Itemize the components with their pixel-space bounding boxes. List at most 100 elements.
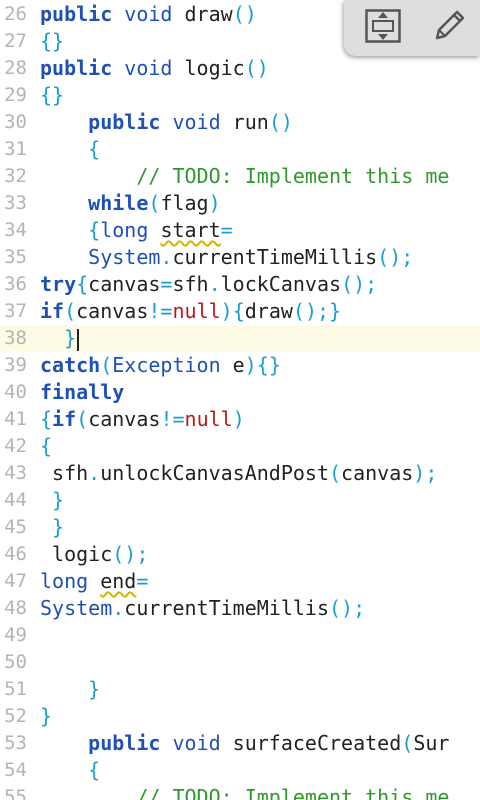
line-number: 50 xyxy=(4,651,27,673)
code-token: ) xyxy=(220,299,233,323)
code-token: { xyxy=(232,299,245,323)
code-token: unlockCanvasAndPost xyxy=(100,461,329,485)
code-token: canvas xyxy=(88,272,161,296)
code-token: . xyxy=(88,461,101,485)
code-token: ( xyxy=(329,461,342,485)
code-line[interactable]: 30 public void run() xyxy=(0,109,480,136)
code-text: {} xyxy=(40,82,64,109)
line-number: 51 xyxy=(4,678,27,700)
code-token: = xyxy=(160,272,173,296)
code-line[interactable]: 29 {} xyxy=(0,82,480,109)
code-token: . xyxy=(208,272,221,296)
code-text: {if(canvas!=null) xyxy=(40,406,245,433)
line-number: 27 xyxy=(4,30,27,52)
code-text: } xyxy=(40,325,80,352)
code-token: ) xyxy=(232,407,245,431)
code-token: () xyxy=(268,110,293,134)
code-text: } xyxy=(40,703,52,730)
code-token: Exception xyxy=(112,353,221,377)
code-token: lockCanvas xyxy=(220,272,342,296)
line-number: 48 xyxy=(4,597,27,619)
line-number: 41 xyxy=(4,408,27,430)
code-line[interactable]: 32 // TODO: Implement this me xyxy=(0,163,480,190)
code-line[interactable]: 41 {if(canvas!=null) xyxy=(0,406,480,433)
code-line[interactable]: 49 xyxy=(0,622,480,649)
fit-screen-icon xyxy=(365,9,401,47)
code-line[interactable]: 50 xyxy=(0,649,480,676)
code-token: public xyxy=(40,2,113,26)
code-line[interactable]: 43 sfh.unlockCanvasAndPost(canvas); xyxy=(0,460,480,487)
code-line[interactable]: 39 catch(Exception e){} xyxy=(0,352,480,379)
code-line[interactable]: 51 } xyxy=(0,676,480,703)
line-number: 46 xyxy=(4,543,27,565)
code-editor[interactable]: 26 public void draw() 27{} 28 public void lo… xyxy=(0,0,480,800)
code-line[interactable]: 44 } xyxy=(0,487,480,514)
code-token: (); xyxy=(329,596,366,620)
code-token: ( xyxy=(64,299,77,323)
code-line[interactable]: 46 logic(); xyxy=(0,541,480,568)
code-line[interactable]: 31 { xyxy=(0,136,480,163)
code-token: public xyxy=(88,731,161,755)
code-line[interactable]: 47 long end= xyxy=(0,568,480,595)
code-token: { xyxy=(88,758,101,782)
line-number: 37 xyxy=(4,300,27,322)
code-line[interactable]: 52} xyxy=(0,703,480,730)
edit-button[interactable] xyxy=(426,6,472,50)
code-line[interactable]: 42 { xyxy=(0,433,480,460)
code-token: {} xyxy=(256,353,281,377)
code-token: { xyxy=(40,434,53,458)
code-text: System.currentTimeMillis(); xyxy=(40,244,413,271)
code-token: != xyxy=(160,407,185,431)
code-token: { xyxy=(88,137,101,161)
code-line[interactable]: 28 public void logic() xyxy=(0,55,480,82)
line-number: 31 xyxy=(4,138,27,160)
code-line[interactable]: 33 while(flag) xyxy=(0,190,480,217)
code-token: canvas xyxy=(76,299,149,323)
line-number: 32 xyxy=(4,165,27,187)
code-token: try xyxy=(40,272,77,296)
code-token: sfh xyxy=(172,272,209,296)
code-token: () xyxy=(232,2,257,26)
code-text: if(canvas!=null){draw();} xyxy=(40,298,341,325)
code-text: } xyxy=(40,676,100,703)
code-line[interactable]: 53 public void surfaceCreated(Sur xyxy=(0,730,480,757)
code-text: public void run() xyxy=(40,109,293,136)
code-line[interactable]: 54 { xyxy=(0,757,480,784)
code-line[interactable]: 40 finally xyxy=(0,379,480,406)
code-line[interactable]: 35 System.currentTimeMillis(); xyxy=(0,244,480,271)
code-text: finally xyxy=(40,379,124,406)
line-number: 45 xyxy=(4,516,27,538)
fit-screen-button[interactable] xyxy=(360,6,406,50)
code-token: // TODO: Implement this me xyxy=(136,164,450,188)
code-line[interactable]: 45 } xyxy=(0,514,480,541)
code-line[interactable]: 36 try{canvas=sfh.lockCanvas(); xyxy=(0,271,480,298)
code-line[interactable]: 37 if(canvas!=null){draw();} xyxy=(0,298,480,325)
code-line[interactable]: 34 {long start= xyxy=(0,217,480,244)
code-token: () xyxy=(244,56,269,80)
code-line[interactable]: 48 System.currentTimeMillis(); xyxy=(0,595,480,622)
code-token: System xyxy=(40,596,113,620)
code-line[interactable]: 38 } xyxy=(0,325,480,352)
code-text: { xyxy=(40,757,100,784)
code-text: // TODO: Implement this me xyxy=(40,163,449,190)
code-token: public xyxy=(40,56,113,80)
line-number: 33 xyxy=(4,192,27,214)
code-token: (); xyxy=(341,272,378,296)
code-token: {} xyxy=(40,29,65,53)
code-text: public void draw() xyxy=(40,1,257,28)
code-token: (); xyxy=(377,245,414,269)
code-text: long end= xyxy=(40,568,148,595)
code-token: } xyxy=(52,488,65,512)
code-text: {long start= xyxy=(40,217,233,244)
code-line[interactable]: 55 // TODO: Implement this me xyxy=(0,784,480,800)
code-token: ) xyxy=(208,191,221,215)
code-text: { xyxy=(40,433,52,460)
